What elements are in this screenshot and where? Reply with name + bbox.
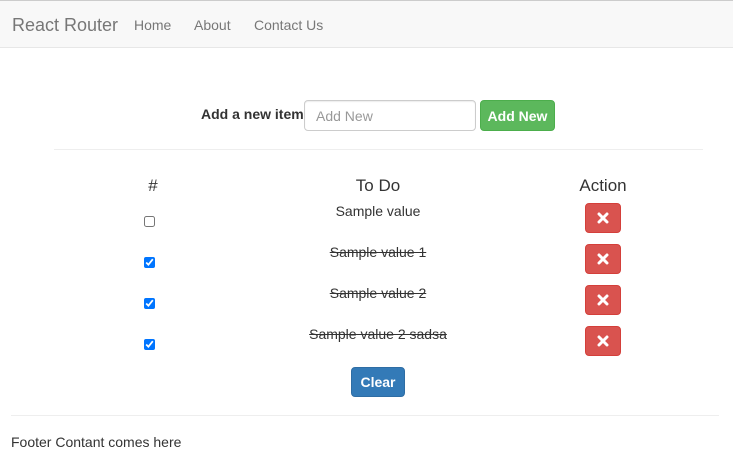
todo-checkbox[interactable]	[144, 257, 155, 268]
nav-link-home[interactable]: Home	[134, 17, 171, 33]
todo-checkbox[interactable]	[144, 298, 155, 309]
delete-button[interactable]	[585, 203, 621, 233]
times-icon	[597, 253, 609, 265]
todo-text: Sample value	[335, 203, 421, 219]
navbar-brand[interactable]: React Router	[12, 15, 118, 36]
todo-text: Sample value 2 sadsa	[309, 326, 447, 342]
add-item-label: Add a new item:	[201, 106, 309, 122]
add-new-button[interactable]: Add New	[480, 100, 555, 131]
navbar: React Router Home About Contact Us	[0, 0, 733, 48]
times-icon	[597, 335, 609, 347]
delete-button[interactable]	[585, 244, 621, 274]
todo-checkbox[interactable]	[144, 339, 155, 350]
nav-link-contact-us[interactable]: Contact Us	[254, 17, 323, 33]
column-header-todo: To Do	[355, 176, 401, 195]
delete-button[interactable]	[585, 326, 621, 356]
column-header-index: #	[148, 176, 158, 195]
nav-link-about[interactable]: About	[194, 17, 231, 33]
todo-checkbox[interactable]	[144, 216, 155, 227]
todo-text: Sample value 1	[329, 244, 427, 260]
column-header-action: Action	[579, 176, 627, 195]
times-icon	[597, 212, 609, 224]
form-divider	[54, 149, 703, 150]
add-item-input[interactable]	[304, 100, 476, 131]
footer-divider	[11, 415, 719, 416]
todo-text: Sample value 2	[329, 285, 427, 301]
clear-button[interactable]: Clear	[351, 367, 405, 397]
times-icon	[597, 294, 609, 306]
delete-button[interactable]	[585, 285, 621, 315]
footer-text: Footer Contant comes here	[11, 434, 182, 450]
